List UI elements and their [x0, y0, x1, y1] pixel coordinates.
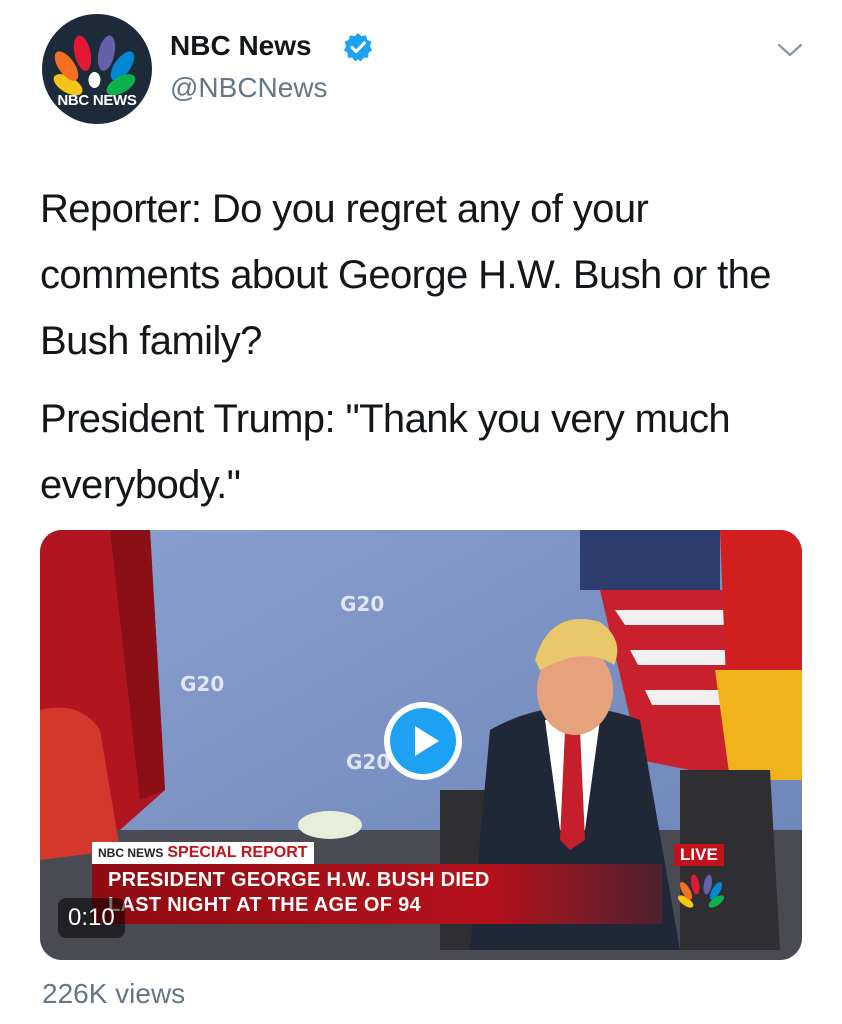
play-button[interactable]: [384, 702, 462, 780]
author-name[interactable]: NBC News: [170, 30, 312, 62]
view-count: 226K views: [42, 978, 186, 1009]
tweet-paragraph-1: Reporter: Do you regret any of your comm…: [40, 187, 772, 363]
g20-backdrop-logo-2: G20: [180, 672, 225, 696]
g20-backdrop-logo-1: G20: [340, 592, 385, 616]
brand-label: NBC NEWS: [98, 846, 164, 860]
live-badge: LIVE: [674, 844, 724, 866]
special-report-text: SPECIAL REPORT: [167, 844, 308, 861]
headline-line-2: LAST NIGHT AT THE AGE OF 94: [108, 894, 421, 916]
nbc-peacock-icon: [677, 874, 725, 908]
video-player[interactable]: G20 G20 G20 NBC NEWS SPECIAL REPORT PRESI…: [40, 530, 802, 960]
tweet-text: Reporter: Do you regret any of your comm…: [40, 176, 820, 530]
avatar[interactable]: NBC NEWS: [42, 14, 152, 124]
play-icon: [390, 708, 456, 774]
headline-line-1: PRESIDENT GEORGE H.W. BUSH DIED: [108, 869, 490, 891]
tweet-paragraph-2: President Trump: "Thank you very much ev…: [40, 397, 731, 507]
chevron-down-icon[interactable]: [776, 40, 804, 60]
video-duration: 0:10: [58, 898, 125, 938]
special-report-label: NBC NEWS SPECIAL REPORT: [92, 842, 314, 864]
verified-badge-icon: [344, 33, 372, 62]
avatar-text: NBC NEWS: [57, 92, 137, 109]
author-handle[interactable]: @NBCNews: [170, 72, 328, 104]
